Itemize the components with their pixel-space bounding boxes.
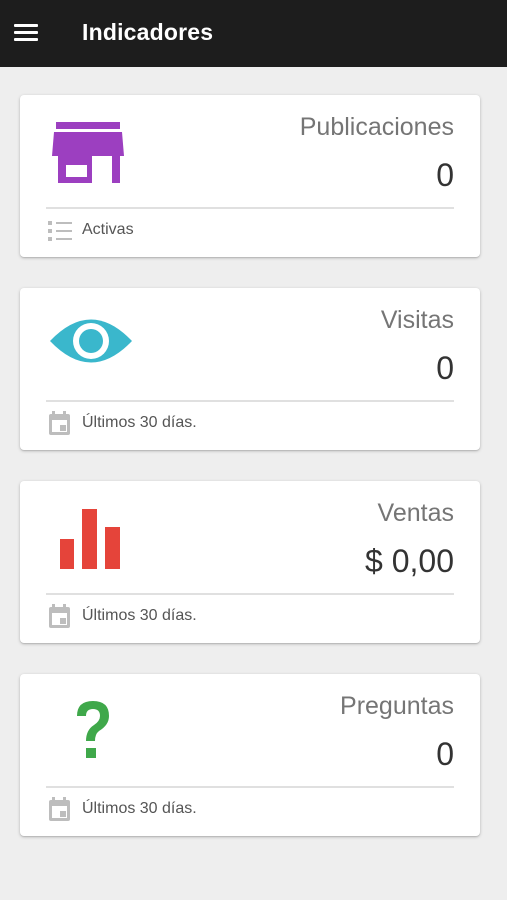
- card-ventas[interactable]: Ventas $ 0,00 Últimos 30 días.: [20, 481, 480, 643]
- divider: [46, 593, 454, 595]
- divider: [46, 786, 454, 788]
- card-value: 0: [436, 736, 454, 772]
- card-footer-text: Últimos 30 días.: [82, 414, 197, 431]
- card-visitas[interactable]: Visitas 0 Últimos 30 días.: [20, 288, 480, 450]
- divider: [46, 207, 454, 209]
- calendar-icon: [47, 411, 73, 437]
- card-preguntas[interactable]: Preguntas 0 Últimos 30 días.: [20, 674, 480, 836]
- calendar-icon: [47, 604, 73, 630]
- calendar-icon: [47, 797, 73, 823]
- hamburger-menu-icon[interactable]: [14, 22, 40, 44]
- card-title: Ventas: [377, 499, 454, 527]
- divider: [46, 400, 454, 402]
- store-icon: [50, 119, 132, 189]
- app-bar: Indicadores: [0, 0, 507, 67]
- card-title: Visitas: [380, 306, 454, 334]
- eye-icon: [50, 312, 132, 382]
- question-mark-icon: [50, 698, 132, 768]
- card-footer-text: Últimos 30 días.: [82, 607, 197, 624]
- card-value: $ 0,00: [365, 543, 454, 579]
- card-value: 0: [436, 350, 454, 386]
- card-value: 0: [436, 157, 454, 193]
- card-publicaciones[interactable]: Publicaciones 0 Activas: [20, 95, 480, 257]
- card-title: Publicaciones: [299, 113, 454, 141]
- list-icon: [47, 218, 73, 244]
- page-title: Indicadores: [82, 19, 214, 45]
- bar-chart-icon: [50, 505, 132, 575]
- card-footer-text: Activas: [82, 221, 134, 238]
- card-footer-text: Últimos 30 días.: [82, 800, 197, 817]
- card-title: Preguntas: [340, 692, 454, 720]
